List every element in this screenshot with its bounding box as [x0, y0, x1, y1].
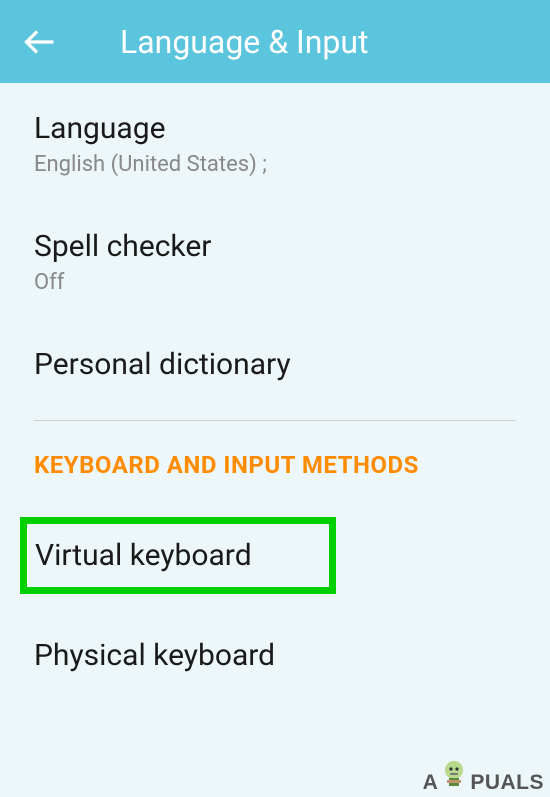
watermark: A PUALS — [423, 759, 544, 795]
language-setting[interactable]: Language English (United States) ; — [34, 83, 516, 201]
watermark-suffix: PUALS — [470, 771, 544, 795]
language-subtitle: English (United States) ; — [34, 152, 516, 177]
settings-content: Language English (United States) ; Spell… — [0, 83, 550, 703]
spell-checker-setting[interactable]: Spell checker Off — [34, 201, 516, 319]
back-arrow-icon — [22, 24, 58, 60]
app-header: Language & Input — [0, 0, 550, 83]
virtual-keyboard-setting[interactable]: Virtual keyboard — [20, 517, 336, 594]
watermark-prefix: A — [423, 771, 439, 795]
physical-keyboard-setting[interactable]: Physical keyboard — [34, 624, 516, 703]
personal-dictionary-setting[interactable]: Personal dictionary — [34, 319, 516, 412]
spell-checker-title: Spell checker — [34, 229, 516, 264]
keyboard-section-header: KEYBOARD AND INPUT METHODS — [34, 421, 516, 501]
personal-dictionary-title: Personal dictionary — [34, 347, 516, 382]
physical-keyboard-title: Physical keyboard — [34, 638, 516, 673]
back-button[interactable] — [20, 22, 60, 62]
page-title: Language & Input — [120, 23, 369, 61]
language-title: Language — [34, 111, 516, 146]
spell-checker-subtitle: Off — [34, 270, 516, 295]
watermark-logo-icon — [441, 759, 467, 795]
virtual-keyboard-title: Virtual keyboard — [35, 538, 321, 573]
